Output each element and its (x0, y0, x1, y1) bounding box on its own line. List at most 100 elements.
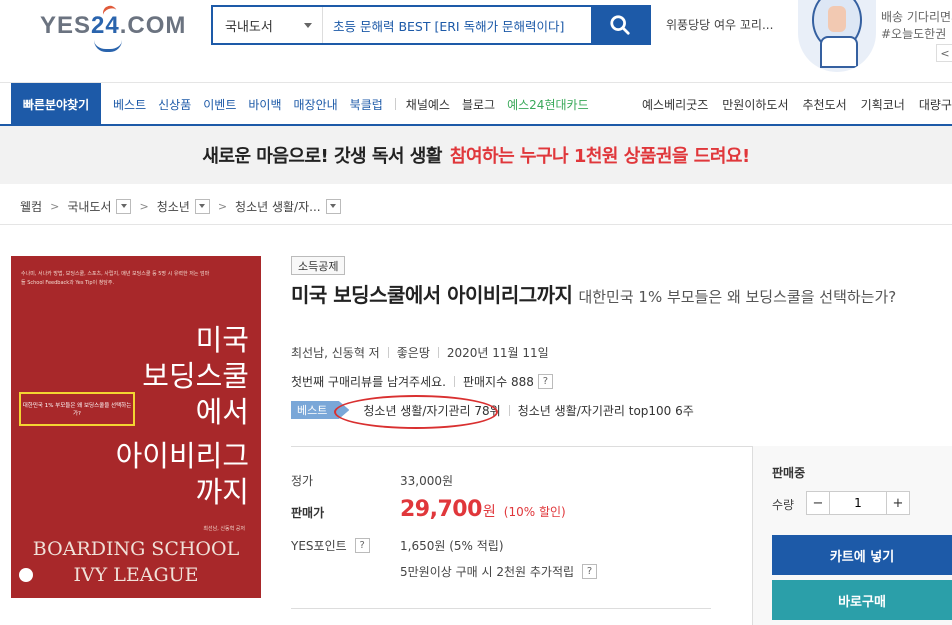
sale-price-unit: 원 (482, 504, 496, 520)
sale-status: 판매중 (772, 466, 806, 480)
nav-item-event[interactable]: 이벤트 (203, 96, 236, 113)
chevron-right-icon: > (139, 199, 149, 213)
yes-point-value: 1,650원 (5% 적립) (400, 539, 504, 553)
yes24-logo[interactable]: YES24.COM (40, 3, 185, 58)
search-button[interactable] (591, 7, 649, 43)
add-to-cart-button[interactable]: 카트에 넣기 (772, 535, 952, 575)
publish-date: 2020년 11월 11일 (446, 346, 549, 360)
nav-item-special[interactable]: 기획코너 (861, 96, 905, 113)
nav-item-bookclub[interactable]: 북클럽 (350, 96, 383, 113)
price-divider (291, 608, 711, 609)
product-meta: 최선남, 신동혁 저 좋은땅 2020년 11월 11일 (291, 344, 549, 361)
cover-tagline-box: 대한민국 1% 부모들은 왜 보딩스쿨을 선택하는가? (19, 392, 135, 426)
quantity-input[interactable] (829, 492, 887, 514)
sale-price-label: 판매가 (291, 506, 325, 520)
meta-divider (508, 404, 510, 416)
buy-now-button[interactable]: 바로구매 (772, 580, 952, 620)
search-category-label: 국내도서 (225, 19, 273, 35)
sales-index-help-icon[interactable]: ? (537, 374, 553, 389)
cover-author: 최선남, 신동혁 공저 (203, 526, 245, 532)
breadcrumb-divider (0, 224, 952, 225)
product-title: 미국 보딩스쿨에서 아이비리그까지 (291, 283, 573, 307)
quantity-increase-button[interactable]: + (887, 492, 909, 514)
breadcrumb: 웰컴 > 국내도서 > 청소년 > 청소년 생활/자... (20, 193, 341, 219)
discount-rate: (10% 할인) (503, 505, 566, 519)
header: YES24.COM 국내도서 위풍당당 여우 꼬리... 배송 기다리면서 #오… (0, 0, 952, 82)
logo-text: YES24.COM (40, 12, 187, 39)
nav-item-blog[interactable]: 블로그 (462, 96, 495, 113)
nav-item-recommended[interactable]: 추천도서 (803, 96, 847, 113)
promo-banner[interactable]: 새로운 마음으로! 갓생 독서 생활 참여하는 누구나 1천원 상품권을 드려요… (0, 126, 952, 184)
nav-list: 베스트 신상품 이벤트 바이백 매장안내 북클럽 채널예스 블로그 예스24현대… (113, 83, 601, 125)
nav-item-new[interactable]: 신상품 (158, 96, 191, 113)
author-link[interactable]: 최선남, 신동혁 저 (291, 344, 380, 361)
quantity-decrease-button[interactable]: − (807, 492, 829, 514)
search-bar: 국내도서 (211, 5, 651, 45)
quick-category-button[interactable]: 빠른분야찾기 (11, 83, 101, 125)
chevron-down-icon (330, 204, 337, 208)
chevron-down-icon (199, 204, 206, 208)
cover-blurb: 수나미, 서나카 방법, 보딩스쿨, 스포츠, 사립지, 매년 보딩스쿨 등 5… (21, 271, 210, 286)
promo-text-highlight: 참여하는 누구나 1천원 상품권을 드려요! (449, 146, 750, 167)
breadcrumb-home[interactable]: 웰컴 (20, 198, 42, 215)
meta-divider (453, 376, 455, 387)
nav-item-channel-yes[interactable]: 채널예스 (406, 96, 450, 113)
chevron-right-icon: > (217, 199, 228, 213)
breadcrumb-dropdown-3[interactable] (325, 198, 341, 214)
banner-text[interactable]: 배송 기다리면서 #오늘도한권 (881, 9, 952, 43)
extra-point-line: 5만원이상 구매 시 2천원 추가적립 ? (400, 563, 598, 580)
chevron-down-icon (120, 204, 127, 208)
sales-index: 판매지수 888 (462, 375, 534, 389)
book-cover-image[interactable]: 수나미, 서나카 방법, 보딩스쿨, 스포츠, 사립지, 매년 보딩스쿨 등 5… (11, 256, 261, 598)
logo-smile-icon (94, 40, 122, 52)
yes-point-label: YES포인트 ? (291, 537, 370, 554)
purchase-panel: 판매중 수량 − + 카트에 넣기 바로구매 (752, 446, 952, 625)
review-line: 첫번째 구매리뷰를 남겨주세요. 판매지수 888 ? (291, 373, 553, 390)
list-price-value: 33,000원 (400, 474, 454, 488)
quantity-stepper: − + (806, 491, 910, 515)
product-title-block: 미국 보딩스쿨에서 아이비리그까지 대한민국 1% 부모들은 왜 보딩스쿨을 선택… (291, 283, 952, 310)
breadcrumb-dropdown-1[interactable] (116, 198, 132, 214)
nav-item-best[interactable]: 베스트 (113, 96, 146, 113)
meta-divider (387, 347, 389, 358)
nav-item-bulk[interactable]: 대량구매 (919, 96, 952, 113)
meta-divider (437, 347, 439, 358)
yes-point-help-icon[interactable]: ? (354, 538, 370, 553)
main-nav: 빠른분야찾기 베스트 신상품 이벤트 바이백 매장안내 북클럽 채널예스 블로그… (0, 82, 952, 126)
breadcrumb-dropdown-2[interactable] (194, 198, 210, 214)
chevron-right-icon: > (50, 199, 60, 213)
publisher-logo-icon (19, 568, 33, 582)
write-review-link[interactable]: 첫번째 구매리뷰를 남겨주세요. (291, 373, 446, 390)
sale-price-value: 29,700 (400, 497, 482, 522)
banner-illustration[interactable] (798, 0, 876, 72)
cover-title-bottom: 아이비리그 까지 (115, 439, 249, 509)
sale-price: 29,700 원 (10% 할인) (400, 497, 566, 522)
hot-keyword-link[interactable]: 위풍당당 여우 꼬리... (666, 16, 773, 33)
tax-deduction-tag: 소득공제 (291, 256, 346, 275)
quantity-label: 수량 (772, 498, 795, 512)
top100-weeks-link[interactable]: 청소년 생활/자기관리 top100 6주 (518, 402, 694, 419)
nav-item-store[interactable]: 매장안내 (294, 96, 338, 113)
cover-english-title-1: BOARDING SCHOOL (32, 538, 240, 560)
nav-divider (394, 98, 396, 110)
list-price-label: 정가 (291, 474, 314, 488)
search-icon (610, 15, 630, 35)
chevron-down-icon (304, 23, 312, 28)
search-input[interactable] (323, 7, 591, 43)
nav-item-card[interactable]: 예스24현대카드 (507, 96, 589, 113)
breadcrumb-youth-life[interactable]: 청소년 생활/자... (235, 198, 321, 215)
search-category-select[interactable]: 국내도서 (213, 7, 323, 43)
extra-point-help-icon[interactable]: ? (582, 564, 598, 579)
nav-item-buyback[interactable]: 바이백 (248, 96, 281, 113)
nav-right-list: 예스베리굿즈 만원이하도서 추천도서 기획코너 대량구매 (642, 83, 952, 125)
cover-english-title-2: IVY LEAGUE (73, 564, 199, 586)
product-subtitle: 대한민국 1% 부모들은 왜 보딩스쿨을 선택하는가? (578, 288, 897, 306)
banner-prev-button[interactable]: < (936, 44, 952, 62)
publisher-link[interactable]: 좋은땅 (397, 344, 430, 361)
breadcrumb-youth[interactable]: 청소년 (157, 198, 190, 215)
red-annotation-circle (334, 395, 498, 429)
nav-item-goods[interactable]: 예스베리굿즈 (642, 96, 708, 113)
promo-text-main: 새로운 마음으로! 갓생 독서 생활 (202, 146, 442, 167)
nav-item-under10k[interactable]: 만원이하도서 (722, 96, 788, 113)
breadcrumb-domestic[interactable]: 국내도서 (67, 198, 111, 215)
